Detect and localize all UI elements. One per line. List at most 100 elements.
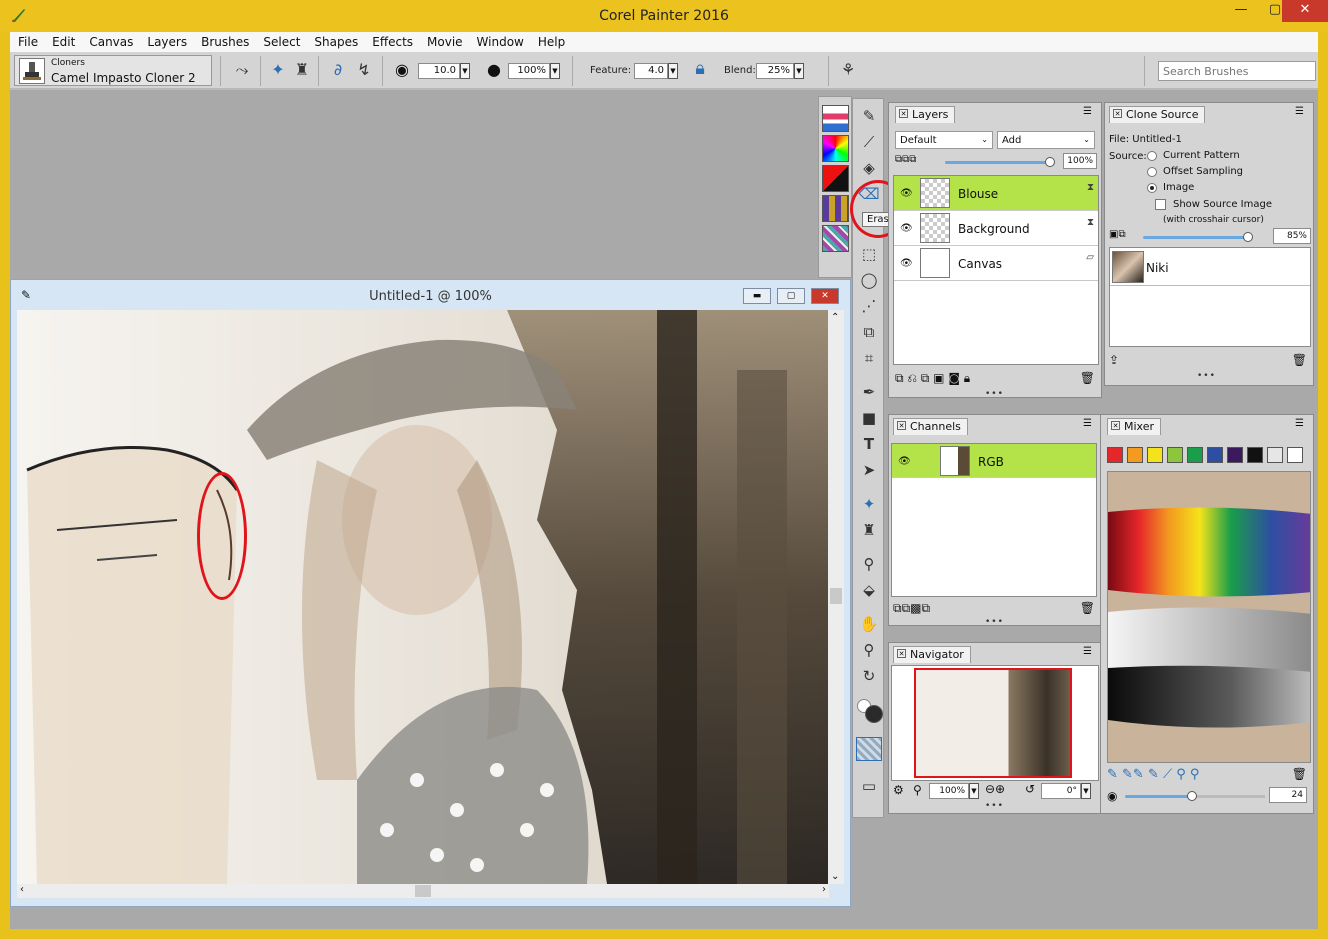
menu-movie[interactable]: Movie xyxy=(421,35,471,49)
vertical-scrollbar[interactable]: ⌃ ⌄ xyxy=(828,310,844,884)
brush-size-field[interactable]: 10.0 xyxy=(418,63,460,79)
rotate-page-icon[interactable]: ↻ xyxy=(858,665,880,687)
mixer-size-slider[interactable] xyxy=(1125,795,1191,798)
eye-icon[interactable]: 👁︎ xyxy=(900,188,913,199)
rotate-icon[interactable]: ↺ xyxy=(1025,782,1035,796)
menu-canvas[interactable]: Canvas xyxy=(83,35,141,49)
rubber-stamp-icon[interactable]: ♜ xyxy=(292,60,312,80)
layer-opacity-slider[interactable] xyxy=(945,161,1051,164)
dropper-icon[interactable]: ⟋ xyxy=(858,131,880,153)
mixer-tools[interactable]: ✎ ✎✎ ✎ ⟋ ⚲ ⚲ xyxy=(1107,767,1199,782)
channel-actions[interactable]: ⧉⧉▩⧉ xyxy=(893,601,930,616)
lasso-icon[interactable]: ◯ xyxy=(858,269,880,291)
layer-row-background[interactable]: 👁︎ Background ⧗ xyxy=(894,211,1098,246)
color-set-library-icon[interactable] xyxy=(822,135,849,162)
panel-grip[interactable]: ••• xyxy=(985,389,1004,399)
dodge-icon[interactable]: ⚲ xyxy=(858,553,880,575)
layer-row-blouse[interactable]: 👁︎ Blouse ⧗ xyxy=(894,176,1098,211)
mixer-swatch[interactable] xyxy=(1207,447,1223,463)
opacity-field[interactable]: 100% xyxy=(508,63,550,79)
panel-menu-icon[interactable]: ☰ xyxy=(1295,107,1309,119)
eye-icon[interactable]: 👁︎ xyxy=(900,258,913,269)
layer-row-canvas[interactable]: 👁︎ Canvas ▱ xyxy=(894,246,1098,281)
eye-icon[interactable]: 👁︎ xyxy=(900,223,913,234)
source-opacity-field[interactable]: 85% xyxy=(1273,228,1311,244)
add-source-icon[interactable]: ⇪ xyxy=(1109,353,1119,367)
grabber-icon[interactable]: ✋ xyxy=(858,613,880,635)
freehand-stroke-icon[interactable]: ∂ xyxy=(328,60,348,80)
channel-row-rgb[interactable]: 👁︎ RGB xyxy=(892,444,1096,478)
blend-field[interactable]: 25% xyxy=(756,63,794,79)
close-icon[interactable]: ✕ xyxy=(1111,421,1120,430)
feature-field[interactable]: 4.0 xyxy=(634,63,668,79)
brush-tool-icon[interactable]: ✎ xyxy=(858,105,880,127)
panel-grip[interactable]: ••• xyxy=(985,801,1004,811)
layer-opacity-knob[interactable] xyxy=(1045,157,1055,167)
pattern-library-icon[interactable] xyxy=(822,195,849,222)
menu-window[interactable]: Window xyxy=(471,35,532,49)
close-icon[interactable]: ✕ xyxy=(899,109,908,118)
mixer-swatch[interactable] xyxy=(1167,447,1183,463)
mixer-swatch[interactable] xyxy=(1127,447,1143,463)
brush-selector[interactable]: Cloners Camel Impasto Cloner 2 xyxy=(14,55,212,86)
reset-tool-icon[interactable]: ⤳ xyxy=(232,60,252,80)
navigator-settings-icon[interactable]: ⚙ xyxy=(893,783,904,797)
radio-offset-sampling[interactable] xyxy=(1147,167,1157,177)
cloner-tool-icon[interactable]: ✦ xyxy=(858,493,880,515)
mixer-swatch[interactable] xyxy=(1187,447,1203,463)
magnifier-icon[interactable]: ⚲ xyxy=(858,639,880,661)
scroll-up-icon[interactable]: ⌃ xyxy=(831,312,839,323)
layer-actions[interactable]: ⧉ ⎌ ⧉ ▣ ◙ 🔒︎ xyxy=(895,371,970,386)
menu-effects[interactable]: Effects xyxy=(366,35,421,49)
tab-navigator[interactable]: ✕ Navigator xyxy=(893,646,971,663)
mixer-swatch[interactable] xyxy=(1267,447,1283,463)
nozzle-library-icon[interactable] xyxy=(822,225,849,252)
mixer-size-field[interactable]: 24 xyxy=(1269,787,1307,803)
scroll-down-icon[interactable]: ⌄ xyxy=(831,871,839,882)
menu-edit[interactable]: Edit xyxy=(46,35,83,49)
overlay-icons[interactable]: ▣⧉ xyxy=(1109,229,1126,240)
mixer-swatch[interactable] xyxy=(1287,447,1303,463)
trash-icon[interactable]: 🗑︎ xyxy=(1292,767,1307,781)
zoom-in-out-icons[interactable]: ⊖⊕ xyxy=(985,782,1005,796)
blend-dropdown[interactable]: ▼ xyxy=(794,63,804,79)
doc-minimize-button[interactable]: ▬ xyxy=(743,288,771,304)
mixer-swatch[interactable] xyxy=(1247,447,1263,463)
rotation-dropdown[interactable]: ▼ xyxy=(1081,783,1091,799)
mixer-swatch[interactable] xyxy=(1147,447,1163,463)
lock-icon[interactable]: 🔒︎ xyxy=(690,59,710,79)
zoom-dropdown[interactable]: ▼ xyxy=(969,783,979,799)
source-opacity-slider[interactable] xyxy=(1143,236,1249,239)
close-icon[interactable]: ✕ xyxy=(1113,109,1122,118)
rect-select-icon[interactable]: ⬚ xyxy=(858,243,880,265)
mixer-swatch[interactable] xyxy=(1107,447,1123,463)
horizontal-scrollbar[interactable]: ‹ › xyxy=(17,884,829,898)
navigator-rotation-field[interactable]: 0° xyxy=(1041,783,1081,799)
vertical-scroll-thumb[interactable] xyxy=(830,588,842,604)
menu-shapes[interactable]: Shapes xyxy=(308,35,366,49)
layer-icons[interactable]: ⧉⧉⧉ xyxy=(895,154,916,165)
feature-dropdown[interactable]: ▼ xyxy=(668,63,678,79)
trash-icon[interactable]: 🗑︎ xyxy=(1292,353,1307,367)
screen-mode-icon[interactable]: ▭ xyxy=(858,775,880,797)
clone-source-item[interactable]: Niki xyxy=(1110,248,1310,286)
text-icon[interactable]: T xyxy=(858,433,880,455)
tab-channels[interactable]: ✕ Channels xyxy=(893,418,968,435)
doc-maximize-button[interactable]: ▢ xyxy=(777,288,805,304)
close-icon[interactable]: ✕ xyxy=(897,421,906,430)
mixer-swatch[interactable] xyxy=(1227,447,1243,463)
rectangle-shape-icon[interactable]: ■ xyxy=(858,407,880,429)
panel-menu-icon[interactable]: ☰ xyxy=(1083,647,1097,659)
tab-mixer[interactable]: ✕ Mixer xyxy=(1107,418,1162,435)
rubber-stamp-icon[interactable]: ♜ xyxy=(858,519,880,541)
close-icon[interactable]: ✕ xyxy=(897,649,906,658)
mixer-size-knob[interactable] xyxy=(1187,791,1197,801)
show-source-checkbox[interactable] xyxy=(1155,199,1166,210)
magic-wand-icon[interactable]: ⋰ xyxy=(858,295,880,317)
scroll-left-icon[interactable]: ‹ xyxy=(20,884,24,895)
menu-select[interactable]: Select xyxy=(257,35,308,49)
shape-selection-icon[interactable]: ➤ xyxy=(858,459,880,481)
straight-line-stroke-icon[interactable]: ↯ xyxy=(354,60,374,80)
transform-icon[interactable]: ⧉ xyxy=(858,321,880,343)
paper-selector-icon[interactable] xyxy=(856,737,882,761)
